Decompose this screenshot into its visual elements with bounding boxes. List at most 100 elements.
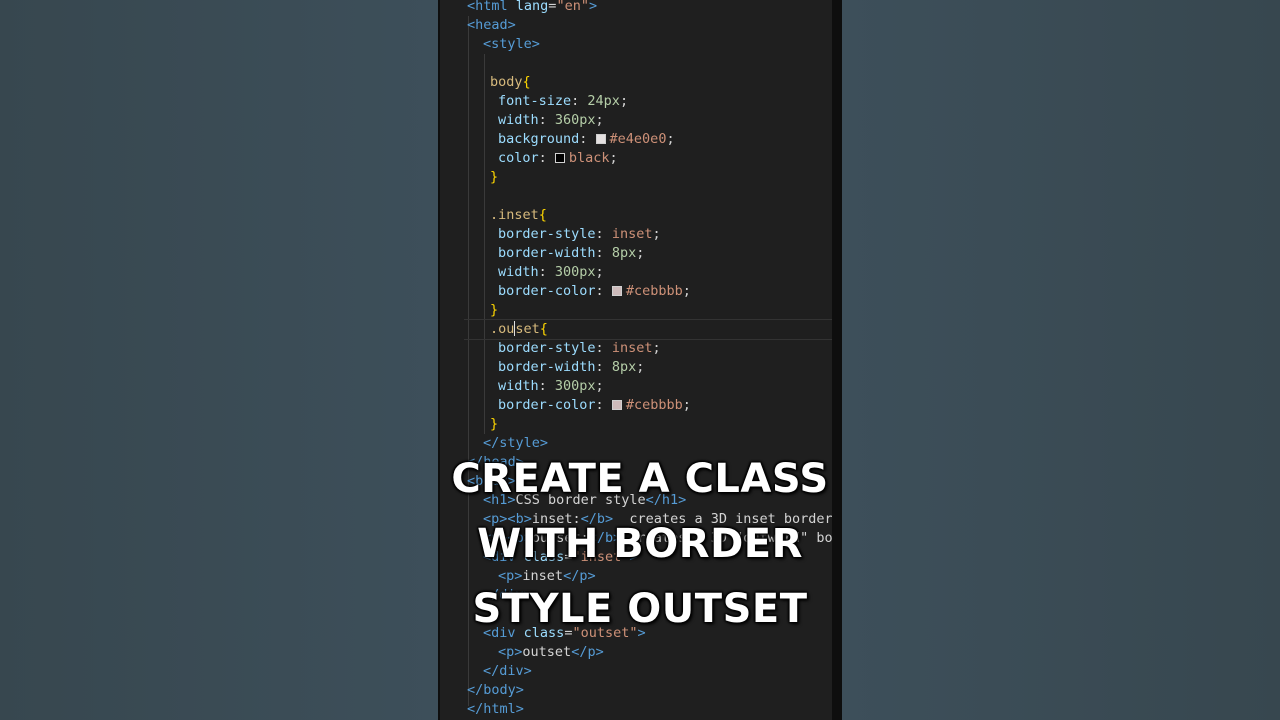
- code-token: :: [595, 283, 612, 299]
- code-token: ;: [682, 283, 691, 299]
- code-token: html: [483, 701, 516, 717]
- code-line[interactable]: </body>: [467, 681, 524, 700]
- code-line[interactable]: <head>: [467, 16, 516, 35]
- code-token: outset: [522, 644, 572, 660]
- code-token: border-width: [498, 359, 596, 375]
- code-line[interactable]: </style>: [483, 434, 548, 453]
- code-line[interactable]: }: [490, 301, 498, 320]
- code-token: inset: [611, 340, 653, 356]
- video-background-right: [842, 0, 1280, 720]
- code-token: .ou: [490, 321, 515, 337]
- code-line[interactable]: width: 300px;: [498, 377, 604, 396]
- code-token: html: [475, 0, 508, 14]
- code-token: border-style: [498, 226, 596, 242]
- code-token: 360px: [554, 112, 596, 128]
- code-token: ;: [682, 397, 691, 413]
- code-token: width: [498, 378, 539, 394]
- code-token: #cebbbb: [625, 283, 683, 299]
- code-line[interactable]: body{: [490, 73, 531, 92]
- code-line[interactable]: font-size: 24px;: [498, 92, 628, 111]
- caption-line-3: STYLE OUTSET: [472, 586, 808, 632]
- code-line[interactable]: border-style: inset;: [498, 339, 661, 358]
- code-token: :: [595, 226, 612, 242]
- code-line[interactable]: border-width: 8px;: [498, 244, 644, 263]
- code-line[interactable]: .inset{: [490, 206, 547, 225]
- code-token: width: [498, 112, 539, 128]
- code-line[interactable]: }: [490, 168, 498, 187]
- code-token: >: [523, 663, 532, 679]
- code-line[interactable]: }: [490, 415, 498, 434]
- code-token: 24px: [587, 93, 620, 109]
- code-line[interactable]: </html>: [467, 700, 524, 719]
- code-token: .inset: [490, 207, 539, 223]
- code-token: ;: [595, 112, 604, 128]
- code-token: :: [538, 264, 555, 280]
- code-token: :: [538, 378, 555, 394]
- code-token: </: [483, 663, 500, 679]
- code-token: ;: [619, 93, 629, 109]
- code-token: }: [490, 416, 499, 432]
- current-line-highlight[interactable]: .ouset{: [464, 319, 832, 340]
- code-token: head: [475, 17, 508, 33]
- code-token: font-size: [498, 93, 572, 109]
- code-token: }: [490, 169, 499, 185]
- code-line[interactable]: border-style: inset;: [498, 225, 661, 244]
- code-line[interactable]: width: 360px;: [498, 111, 604, 130]
- code-token: </: [467, 682, 484, 698]
- code-token: 300px: [554, 264, 596, 280]
- code-line[interactable]: <p>inset</p>: [498, 567, 596, 586]
- code-token: color: [498, 150, 539, 166]
- code-token: ;: [636, 245, 645, 261]
- code-line[interactable]: <p>outset</p>: [498, 643, 604, 662]
- code-token: #e4e0e0: [609, 131, 667, 147]
- code-token: ;: [652, 340, 661, 356]
- code-line[interactable]: background: #e4e0e0;: [498, 130, 675, 149]
- code-token: black: [568, 150, 610, 166]
- code-token: inset: [611, 226, 653, 242]
- color-swatch[interactable]: [611, 400, 622, 410]
- color-swatch[interactable]: [554, 153, 565, 163]
- code-token: >: [515, 682, 524, 698]
- code-token: ;: [652, 226, 661, 242]
- code-token: :: [595, 245, 612, 261]
- code-token: background: [498, 131, 580, 147]
- code-token: ;: [609, 150, 618, 166]
- color-swatch[interactable]: [595, 134, 606, 144]
- code-token: width: [498, 264, 539, 280]
- code-token: body: [490, 74, 523, 90]
- code-token: {: [539, 321, 548, 337]
- code-token: "en": [556, 0, 589, 14]
- code-line[interactable]: border-width: 8px;: [498, 358, 644, 377]
- code-line[interactable]: <html lang="en">: [467, 0, 597, 16]
- code-token: border-width: [498, 245, 596, 261]
- code-token: style: [499, 435, 540, 451]
- code-line[interactable]: border-color: #cebbbb;: [498, 282, 691, 301]
- code-token: border-color: [498, 397, 596, 413]
- code-token: >: [587, 568, 596, 584]
- code-token: <: [467, 17, 476, 33]
- code-token: </: [563, 568, 580, 584]
- code-token: border-style: [498, 340, 596, 356]
- code-line[interactable]: <style>: [483, 35, 540, 54]
- code-token: </: [571, 644, 588, 660]
- code-token: div: [499, 663, 524, 679]
- code-line[interactable]: </div>: [483, 662, 532, 681]
- code-token: lang: [507, 0, 549, 14]
- code-token: :: [538, 150, 555, 166]
- code-token: >: [531, 36, 540, 52]
- code-token: p: [587, 644, 596, 660]
- code-token: ;: [666, 131, 675, 147]
- code-token: ;: [595, 378, 604, 394]
- code-token: <: [467, 0, 476, 14]
- code-token: 300px: [554, 378, 596, 394]
- code-token: >: [539, 435, 549, 451]
- color-swatch[interactable]: [611, 286, 622, 296]
- code-token: }: [490, 302, 499, 318]
- indent-guide: [484, 54, 485, 434]
- code-token: :: [538, 112, 555, 128]
- code-line[interactable]: border-color: #cebbbb;: [498, 396, 691, 415]
- code-line[interactable]: width: 300px;: [498, 263, 604, 282]
- code-line[interactable]: color: black;: [498, 149, 618, 168]
- code-token: set: [515, 321, 540, 337]
- code-token: inset: [522, 568, 564, 584]
